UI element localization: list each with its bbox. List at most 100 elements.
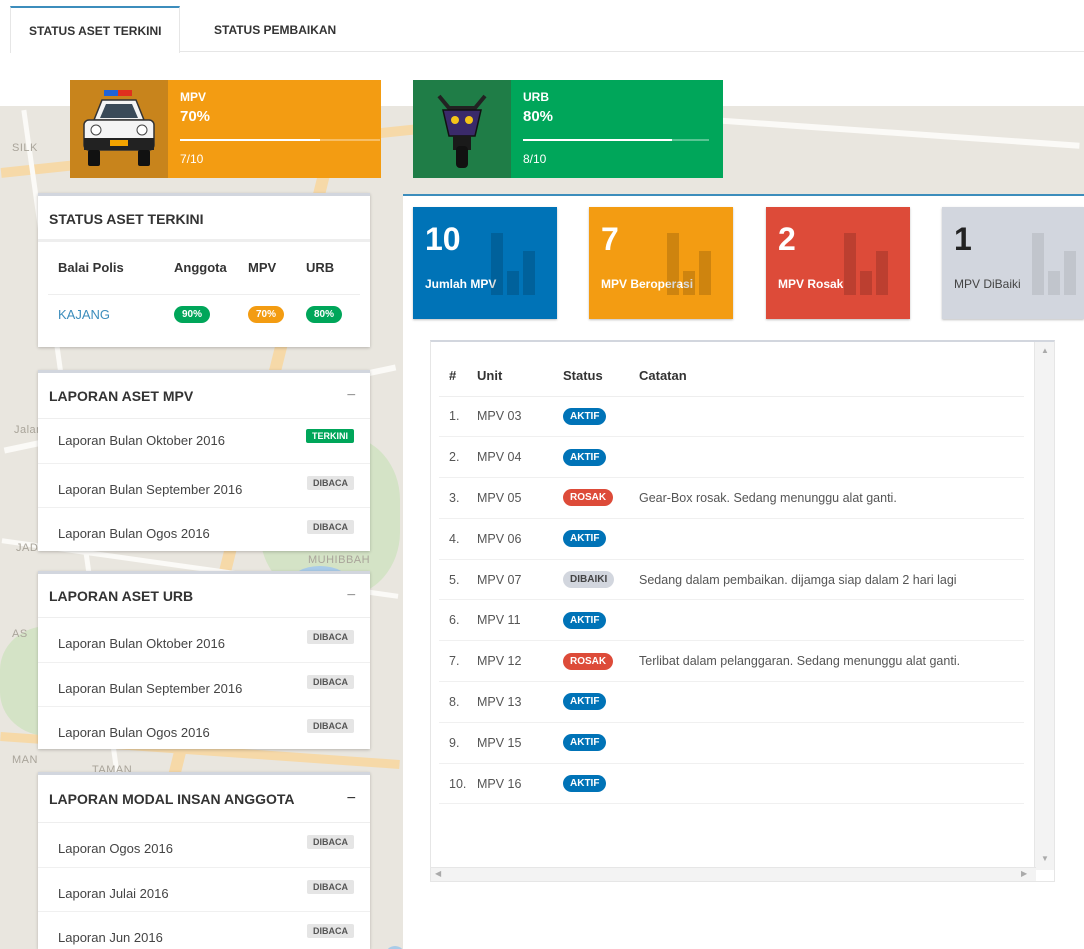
tab-status-aset-terkini[interactable]: STATUS ASET TERKINI [10, 6, 181, 53]
status-cell: AKTIF [563, 599, 639, 642]
unit-name: MPV 06 [477, 518, 563, 560]
list-item[interactable]: Laporan Bulan Ogos 2016 DIBACA [38, 508, 370, 553]
unit-name: MPV 07 [477, 559, 563, 601]
table-row: 5. MPV 07 DIBAIKI Sedang dalam pembaikan. d… [439, 559, 1024, 601]
row-number: 3. [439, 477, 477, 519]
stat-mpv-rosak[interactable]: 2 MPV Rosak [766, 207, 910, 319]
horizontal-scrollbar[interactable]: ◀ ▶ [431, 867, 1036, 881]
note-cell [639, 599, 1024, 642]
urb-progress-fill [523, 139, 672, 141]
motorcycle-icon [413, 80, 511, 178]
report-label: Laporan Bulan Ogos 2016 [58, 725, 210, 741]
scroll-up-icon[interactable]: ▲ [1041, 346, 1049, 355]
list-item[interactable]: Laporan Ogos 2016 DIBACA [38, 823, 370, 868]
row-number: 5. [439, 559, 477, 601]
laporan-aset-mpv-title: LAPORAN ASET MPV − [38, 373, 370, 419]
anggota-badge: 90% [174, 306, 211, 324]
scroll-down-icon[interactable]: ▼ [1041, 854, 1049, 863]
status-cell: AKTIF [563, 518, 639, 560]
vertical-scrollbar[interactable]: ▲ ▼ [1034, 342, 1054, 870]
report-badge: DIBACA [307, 719, 354, 734]
stat-mpv-beroperasi[interactable]: 7 MPV Beroperasi [589, 207, 733, 319]
row-number: 6. [439, 599, 477, 642]
table-row: 6. MPV 11 AKTIF [439, 599, 1024, 642]
report-badge: DIBACA [307, 674, 354, 689]
list-item[interactable]: Laporan Bulan Oktober 2016 DIBACA [38, 618, 370, 663]
report-label: Laporan Jun 2016 [58, 930, 163, 946]
urb-progress-ratio: 8/10 [523, 152, 547, 166]
status-cell: ROSAK [563, 477, 639, 519]
collapse-icon[interactable]: − [347, 373, 356, 419]
list-item[interactable]: Laporan Bulan September 2016 DIBACA [38, 663, 370, 708]
report-badge: DIBACA [307, 520, 354, 535]
panel-title-text: LAPORAN ASET URB [49, 588, 194, 604]
stat-mpv-dibaiki[interactable]: 1 MPV DiBaiki [942, 207, 1084, 319]
note-cell [639, 681, 1024, 723]
urb-badge: 80% [306, 306, 343, 324]
status-badge: AKTIF [563, 407, 607, 425]
urb-progress-box[interactable]: URB 80% 8/10 [413, 80, 723, 178]
table-row: 3. MPV 05 ROSAK Gear-Box rosak. Sedang menu… [439, 477, 1024, 519]
unit-name: MPV 03 [477, 396, 563, 438]
report-label: Laporan Bulan September 2016 [58, 680, 243, 696]
mpv-progress-ratio: 7/10 [180, 152, 204, 166]
mpv-progress-fill [180, 139, 320, 141]
status-badge: AKTIF [563, 448, 607, 466]
unit-name: MPV 12 [477, 640, 563, 683]
unit-name: MPV 16 [477, 763, 563, 805]
tab-status-pembaikan[interactable]: STATUS PEMBAIKAN [196, 6, 354, 52]
report-label: Laporan Bulan Oktober 2016 [58, 636, 225, 651]
scroll-right-icon[interactable]: ▶ [1021, 869, 1027, 878]
report-label: Laporan Bulan September 2016 [58, 481, 243, 497]
list-item[interactable]: Laporan Bulan September 2016 DIBACA [38, 464, 370, 509]
note-cell: Sedang dalam pembaikan. dijamga siap dal… [639, 559, 1024, 601]
status-cell: DIBAIKI [563, 559, 639, 601]
tab-bar: STATUS ASET TERKINI STATUS PEMBAIKAN [10, 6, 1084, 53]
note-cell [639, 396, 1024, 438]
urb-progress-percent: 80% [523, 108, 554, 125]
police-car-icon [70, 80, 168, 178]
stat-number: 2 [778, 221, 796, 257]
urb-progress-body: URB 80% 8/10 [511, 80, 723, 178]
status-badge: AKTIF [563, 530, 607, 548]
header-unit: Unit [477, 356, 563, 397]
note-cell [639, 722, 1024, 764]
urb-progress-bar [523, 139, 709, 141]
table-row: 7. MPV 12 ROSAK Terlibat dalam pelanggaran.… [439, 640, 1024, 683]
table-row: 10. MPV 16 AKTIF [439, 763, 1024, 805]
row-number: 4. [439, 518, 477, 560]
collapse-icon[interactable]: − [347, 574, 356, 618]
mpv-progress-box[interactable]: MPV 70% 7/10 [70, 80, 381, 178]
table-row: KAJANG 90% 70% 80% [48, 294, 360, 334]
list-item[interactable]: Laporan Jun 2016 DIBACA [38, 912, 370, 949]
note-cell: Gear-Box rosak. Sedang menunggu alat gan… [639, 477, 1024, 519]
row-number: 8. [439, 681, 477, 723]
laporan-modal-insan-panel: LAPORAN MODAL INSAN ANGGOTA − Laporan Og… [38, 772, 370, 949]
mpv-progress-percent: 70% [180, 108, 211, 125]
dashboard-page: SILK JADE HILLS MUHIBBAH TAMAN Jalan AS … [0, 0, 1084, 949]
status-cell: AKTIF [563, 722, 639, 764]
report-badge: DIBACA [307, 475, 354, 490]
stat-jumlah-mpv[interactable]: 10 Jumlah MPV [413, 207, 557, 319]
header-catatan: Catatan [639, 356, 1024, 397]
unit-name: MPV 13 [477, 681, 563, 723]
row-number: 9. [439, 722, 477, 764]
table-row: 8. MPV 13 AKTIF [439, 681, 1024, 723]
status-cell: AKTIF [563, 396, 639, 438]
bar-chart-icon [844, 233, 888, 295]
list-item[interactable]: Laporan Julai 2016 DIBACA [38, 868, 370, 913]
status-aset-panel: STATUS ASET TERKINI Balai Polis Anggota … [38, 193, 370, 347]
mpv-progress-bar [180, 139, 380, 141]
collapse-icon[interactable]: − [347, 775, 356, 823]
list-item[interactable]: Laporan Bulan Oktober 2016 TERKINI [38, 419, 370, 464]
report-badge: DIBACA [307, 879, 354, 894]
scroll-left-icon[interactable]: ◀ [435, 869, 441, 878]
station-link[interactable]: KAJANG [58, 307, 110, 322]
header-mpv: MPV [248, 242, 306, 295]
status-cell: ROSAK [563, 640, 639, 683]
note-cell: Terlibat dalam pelanggaran. Sedang menun… [639, 640, 1024, 683]
bar-chart-icon [491, 233, 535, 295]
list-item[interactable]: Laporan Bulan Ogos 2016 DIBACA [38, 707, 370, 752]
unit-name: MPV 04 [477, 436, 563, 479]
header-urb: URB [306, 242, 360, 295]
